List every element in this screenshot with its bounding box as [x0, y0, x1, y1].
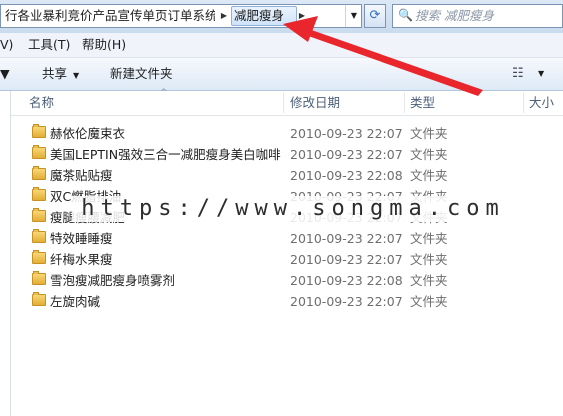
folder-icon: [32, 124, 46, 138]
breadcrumb-current[interactable]: 减肥瘦身: [234, 5, 296, 27]
file-date: 2010-09-23 22:08: [290, 273, 403, 288]
file-row[interactable]: 左旋肉碱 2010-09-23 22:07 文件夹: [11, 291, 563, 312]
watermark-text: https://www.songma.com: [72, 196, 514, 222]
share-label: 共享: [42, 66, 68, 81]
file-name: 左旋肉碱: [50, 294, 101, 309]
search-icon: 🔍: [398, 8, 413, 22]
file-date: 2010-09-23 22:07: [290, 231, 403, 246]
search-box[interactable]: 🔍 搜索 减肥瘦身: [392, 4, 563, 28]
folder-icon: [32, 208, 46, 222]
column-header: ^ 名称 修改日期 类型 大小: [11, 88, 563, 116]
file-row[interactable]: 赫依伦魔束衣 2010-09-23 22:07 文件夹: [11, 123, 563, 144]
file-type: 文件夹: [410, 168, 448, 183]
command-bar: ▼ 共享 ▼ 新建文件夹 ☷ ▼: [0, 58, 563, 91]
file-row[interactable]: 美国LEPTIN强效三合一减肥瘦身美白咖啡 2010-09-23 22:07 文…: [11, 144, 563, 165]
file-date: 2010-09-23 22:07: [290, 294, 403, 309]
file-type: 文件夹: [410, 294, 448, 309]
folder-icon: [32, 145, 46, 159]
folder-icon: [32, 250, 46, 264]
column-date-modified[interactable]: 修改日期: [290, 91, 340, 115]
column-size[interactable]: 大小: [529, 91, 554, 115]
file-name: 魔茶贴贴瘦: [50, 168, 113, 183]
new-folder-button[interactable]: 新建文件夹: [110, 58, 173, 89]
file-type: 文件夹: [410, 126, 448, 141]
organize-dropdown-icon[interactable]: ▼: [0, 58, 10, 89]
share-dropdown-icon: ▼: [73, 71, 80, 80]
file-date: 2010-09-23 22:07: [290, 126, 403, 141]
sort-ascending-icon: ^: [160, 88, 168, 98]
navigation-pane[interactable]: [0, 91, 11, 416]
address-box[interactable]: 行各业暴利竞价产品宣传单页订单系统... ▶ 减肥瘦身 ▶ ▼: [0, 4, 362, 28]
file-row[interactable]: 特效睡睡瘦 2010-09-23 22:07 文件夹: [11, 228, 563, 249]
file-row[interactable]: 纤梅水果瘦 2010-09-23 22:07 文件夹: [11, 249, 563, 270]
folder-icon: [32, 292, 46, 306]
folder-icon: [32, 187, 46, 201]
file-type: 文件夹: [410, 252, 448, 267]
file-name: 赫依伦魔束衣: [50, 126, 126, 141]
file-date: 2010-09-23 22:07: [290, 147, 403, 162]
file-date: 2010-09-23 22:08: [290, 168, 403, 183]
refresh-button[interactable]: ⟳: [364, 4, 386, 28]
share-button[interactable]: 共享 ▼: [42, 58, 79, 91]
view-options-dropdown-icon[interactable]: ▼: [538, 58, 544, 89]
change-view-icon[interactable]: ☷: [512, 66, 524, 81]
breadcrumb-parent[interactable]: 行各业暴利竞价产品宣传单页订单系统...: [5, 5, 215, 27]
breadcrumb-separator-icon[interactable]: ▶: [217, 5, 231, 27]
file-row[interactable]: 魔茶贴贴瘦 2010-09-23 22:08 文件夹: [11, 165, 563, 186]
file-name: 纤梅水果瘦: [50, 252, 113, 267]
file-type: 文件夹: [410, 147, 448, 162]
file-row[interactable]: 雪泡瘦减肥瘦身喷雾剂 2010-09-23 22:08 文件夹: [11, 270, 563, 291]
column-type[interactable]: 类型: [410, 91, 435, 115]
column-divider[interactable]: [523, 93, 524, 113]
breadcrumb-next-icon[interactable]: ▶: [295, 5, 309, 27]
menu-bar: V) 工具(T) 帮助(H): [0, 33, 563, 58]
file-date: 2010-09-23 22:07: [290, 252, 403, 267]
address-bar-row: 行各业暴利竞价产品宣传单页订单系统... ▶ 减肥瘦身 ▶ ▼ ⟳ 🔍 搜索 减…: [0, 0, 563, 34]
file-name: 特效睡睡瘦: [50, 231, 113, 246]
refresh-icon: ⟳: [369, 8, 381, 23]
address-history-dropdown-icon[interactable]: ▼: [345, 5, 362, 27]
menu-help[interactable]: 帮助(H): [82, 33, 126, 57]
folder-icon: [32, 229, 46, 243]
folder-icon: [32, 271, 46, 285]
menu-view[interactable]: V): [0, 33, 13, 57]
menu-tools[interactable]: 工具(T): [28, 33, 70, 57]
column-divider[interactable]: [404, 93, 405, 113]
folder-icon: [32, 166, 46, 180]
column-name[interactable]: 名称: [29, 91, 54, 115]
file-name: 美国LEPTIN强效三合一减肥瘦身美白咖啡: [50, 147, 281, 162]
search-placeholder: 搜索 减肥瘦身: [415, 8, 494, 23]
file-type: 文件夹: [410, 273, 448, 288]
column-divider[interactable]: [283, 93, 284, 113]
file-type: 文件夹: [410, 231, 448, 246]
file-name: 雪泡瘦减肥瘦身喷雾剂: [50, 273, 176, 288]
